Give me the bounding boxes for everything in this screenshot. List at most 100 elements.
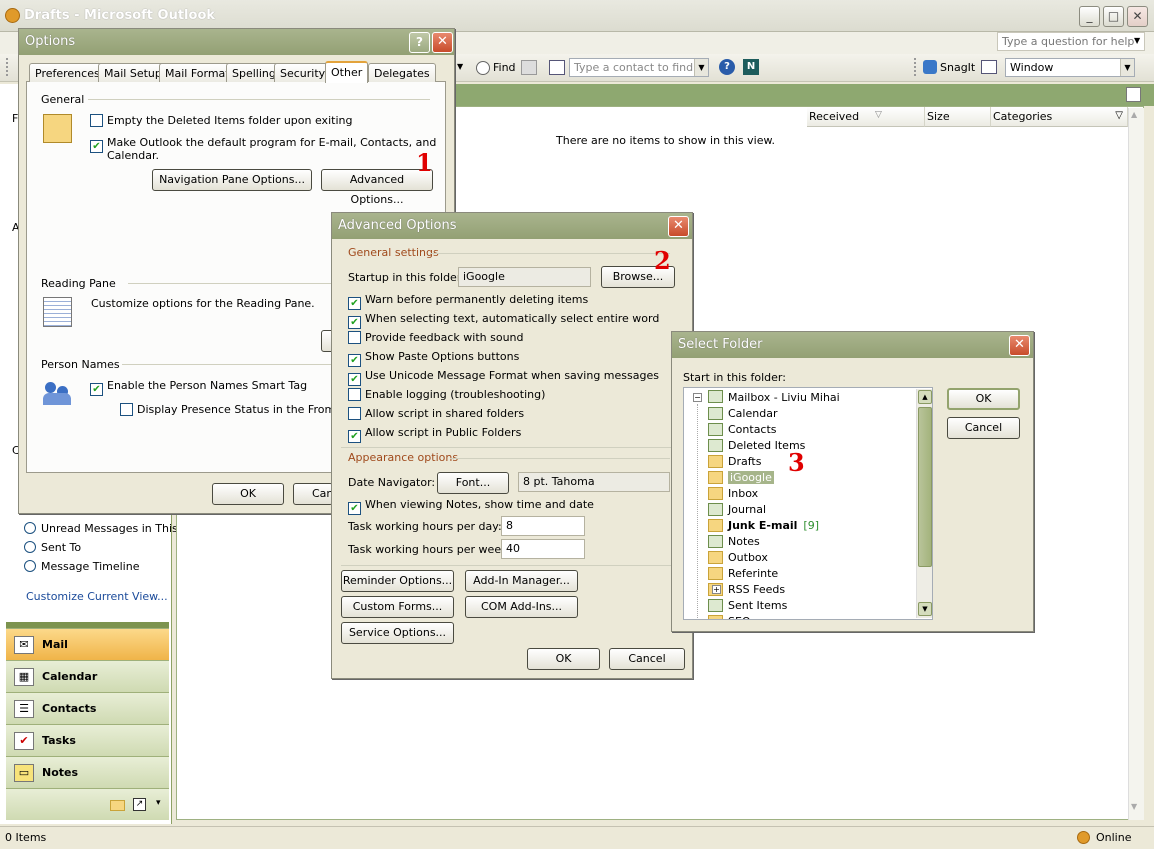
- column-header-categories[interactable]: Categories ▽: [991, 107, 1128, 127]
- options-close-button[interactable]: ✕: [432, 32, 453, 53]
- folder-item[interactable]: Journal: [708, 503, 766, 516]
- select-folder-cancel-button[interactable]: Cancel: [947, 417, 1020, 439]
- ask-dropdown-icon[interactable]: ▼: [1134, 36, 1140, 45]
- navigation-pane-options-button[interactable]: Navigation Pane Options...: [152, 169, 312, 191]
- shortcuts-icon[interactable]: ↗: [133, 798, 146, 811]
- folder-item[interactable]: Inbox: [708, 487, 758, 500]
- checkbox-label: Enable the Person Names Smart Tag: [107, 379, 308, 392]
- contact-dropdown-icon[interactable]: ▼: [694, 59, 708, 76]
- advanced-option-checkbox[interactable]: ✔ Show Paste Options buttons: [348, 350, 519, 367]
- advanced-option-checkbox[interactable]: ✔ Allow script in Public Folders: [348, 426, 521, 443]
- view-option-timeline[interactable]: Message Timeline: [24, 560, 139, 573]
- tree-scroll-down-icon[interactable]: ▼: [918, 602, 932, 616]
- message-list-scrollbar[interactable]: ▲ ▼: [1128, 108, 1144, 820]
- tab-mail-format[interactable]: Mail Format: [159, 63, 236, 82]
- snagit-icon[interactable]: [923, 60, 937, 74]
- folder-list-icon[interactable]: [110, 800, 125, 811]
- advanced-option-checkbox[interactable]: Enable logging (troubleshooting): [348, 388, 545, 401]
- find-icon[interactable]: [476, 61, 490, 75]
- configure-buttons-icon[interactable]: ▾: [156, 798, 161, 808]
- window-combo-arrow-icon[interactable]: ▼: [1120, 59, 1134, 76]
- find-button[interactable]: Find: [493, 61, 516, 74]
- folder-item[interactable]: Outbox: [708, 551, 768, 564]
- folder-item[interactable]: Sent Items: [708, 599, 787, 612]
- folder-item[interactable]: RSS Feeds: [708, 583, 785, 596]
- font-button[interactable]: Font...: [437, 472, 509, 494]
- nav-button-calendar[interactable]: ▦ Calendar: [6, 660, 169, 692]
- column-header-size[interactable]: Size: [925, 107, 991, 127]
- scroll-up-icon[interactable]: ▲: [1131, 110, 1137, 119]
- ask-question-input[interactable]: Type a question for help: [997, 32, 1145, 51]
- tab-security[interactable]: Security: [274, 63, 332, 82]
- advanced-option-checkbox[interactable]: ✔ Warn before permanently deleting items: [348, 293, 588, 310]
- advanced-option-checkbox[interactable]: Allow script in shared folders: [348, 407, 524, 420]
- nav-button-notes[interactable]: ▭ Notes: [6, 756, 169, 788]
- nav-button-contacts[interactable]: ☰ Contacts: [6, 692, 169, 724]
- presence-status-checkbox[interactable]: Display Presence Status in the From fiel…: [120, 403, 362, 416]
- close-button[interactable]: ✕: [1127, 6, 1148, 27]
- help-icon[interactable]: ?: [719, 59, 735, 75]
- maximize-button[interactable]: □: [1103, 6, 1124, 27]
- tree-scroll-up-icon[interactable]: ▲: [918, 390, 932, 404]
- view-option-sent-to[interactable]: Sent To: [24, 541, 81, 554]
- advanced-ok-button[interactable]: OK: [527, 648, 600, 670]
- tab-delegates[interactable]: Delegates: [368, 63, 436, 82]
- options-help-button[interactable]: ?: [409, 32, 430, 53]
- notes-time-checkbox[interactable]: ✔ When viewing Notes, show time and date: [348, 498, 594, 515]
- collapse-root-icon[interactable]: −: [693, 393, 702, 402]
- filter-icon[interactable]: ▽: [1115, 110, 1123, 121]
- snagit-capture-icon[interactable]: [981, 60, 997, 74]
- tab-preferences[interactable]: Preferences: [29, 63, 106, 82]
- advanced-cancel-button[interactable]: Cancel: [609, 648, 685, 670]
- reminder-options-button[interactable]: Reminder Options...: [341, 570, 454, 592]
- tree-root[interactable]: Mailbox - Liviu Mihai: [728, 391, 840, 404]
- contact-search-input[interactable]: Type a contact to find ▼: [569, 58, 709, 77]
- folder-item[interactable]: iGoogle: [708, 471, 774, 484]
- folder-item[interactable]: Junk E-mail [9]: [708, 519, 819, 532]
- com-addins-button[interactable]: COM Add-Ins...: [465, 596, 578, 618]
- nav-button-mail[interactable]: ✉ Mail: [6, 628, 169, 660]
- folder-item[interactable]: Referinte: [708, 567, 778, 580]
- custom-forms-button[interactable]: Custom Forms...: [341, 596, 454, 618]
- tab-other[interactable]: Other: [325, 61, 369, 83]
- folder-item[interactable]: Notes: [708, 535, 760, 548]
- nav-button-tasks[interactable]: ✔ Tasks: [6, 724, 169, 756]
- options-ok-button[interactable]: OK: [212, 483, 284, 505]
- tab-mail-setup[interactable]: Mail Setup: [98, 63, 168, 82]
- task-hours-day-input[interactable]: 8: [501, 516, 585, 536]
- task-hours-day-label: Task working hours per day:: [348, 520, 502, 533]
- select-folder-close-button[interactable]: ✕: [1009, 335, 1030, 356]
- folder-tree-scrollbar[interactable]: ▲ ▼: [916, 389, 932, 618]
- folder-icon: [708, 503, 723, 516]
- customize-view-link[interactable]: Customize Current View...: [26, 590, 168, 603]
- snagit-button[interactable]: SnagIt: [940, 61, 975, 74]
- address-book-icon[interactable]: [549, 60, 565, 75]
- options-cancel-button[interactable]: Can: [293, 483, 333, 505]
- expand-rss-icon[interactable]: +: [712, 585, 721, 594]
- folder-item[interactable]: SEO: [708, 615, 751, 619]
- folder-item[interactable]: Drafts: [708, 455, 761, 468]
- folder-item[interactable]: Calendar: [708, 407, 777, 420]
- empty-deleted-checkbox[interactable]: Empty the Deleted Items folder upon exit…: [90, 114, 352, 127]
- service-options-button[interactable]: Service Options...: [341, 622, 454, 644]
- folder-item[interactable]: Contacts: [708, 423, 777, 436]
- dropdown-arrow-icon[interactable]: ▼: [457, 62, 463, 71]
- advanced-option-checkbox[interactable]: ✔ When selecting text, automatically sele…: [348, 312, 659, 329]
- advanced-option-checkbox[interactable]: ✔ Use Unicode Message Format when saving …: [348, 369, 659, 386]
- select-folder-ok-button[interactable]: OK: [947, 388, 1020, 410]
- smart-tag-checkbox[interactable]: ✔ Enable the Person Names Smart Tag: [90, 379, 307, 396]
- new-note-icon[interactable]: [1126, 87, 1141, 102]
- scroll-down-icon[interactable]: ▼: [1131, 802, 1137, 811]
- view-option-unread[interactable]: Unread Messages in This F: [24, 522, 188, 535]
- minimize-button[interactable]: _: [1079, 6, 1100, 27]
- organize-icon[interactable]: [521, 60, 537, 75]
- tree-scroll-thumb[interactable]: [918, 407, 932, 567]
- column-header-received[interactable]: Received ▽: [807, 107, 925, 127]
- addin-manager-button[interactable]: Add-In Manager...: [465, 570, 578, 592]
- advanced-option-checkbox[interactable]: Provide feedback with sound: [348, 331, 524, 344]
- advanced-close-button[interactable]: ✕: [668, 216, 689, 237]
- task-hours-week-input[interactable]: 40: [501, 539, 585, 559]
- folder-tree[interactable]: − Mailbox - Liviu Mihai Calendar Contacts…: [683, 387, 933, 620]
- window-combo[interactable]: Window ▼: [1005, 58, 1135, 77]
- onenote-icon[interactable]: N: [743, 59, 759, 75]
